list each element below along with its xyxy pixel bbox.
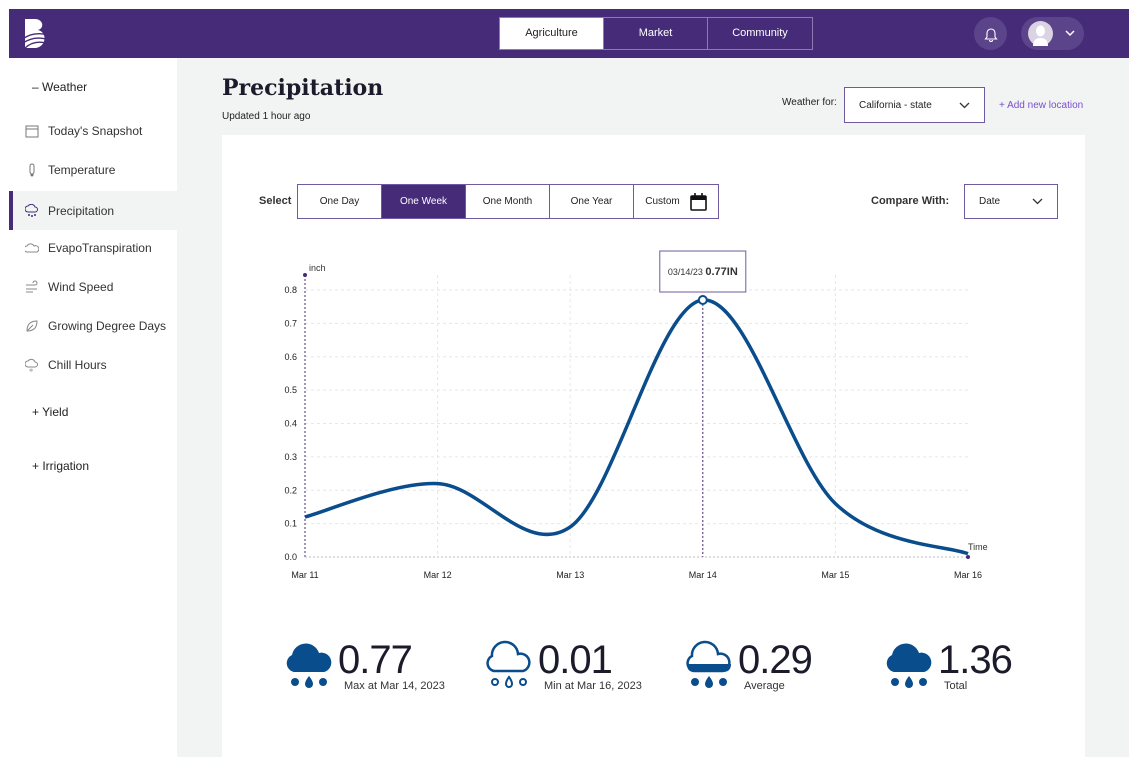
x-axis-label: Time <box>968 542 988 552</box>
sidebar-item-label: Wind Speed <box>48 280 114 294</box>
y-tick-label: 0.1 <box>284 519 297 529</box>
sidebar: – Weather Today's Snapshot Temperature P… <box>9 58 177 757</box>
tooltip-point <box>697 295 708 306</box>
stat-min-label: Min at Mar 16, 2023 <box>544 680 642 692</box>
top-nav: Agriculture Market Community <box>9 9 1129 58</box>
x-tick-label: Mar 11 <box>291 570 318 580</box>
stat-max: 0.77 Max at Mar 14, 2023 <box>284 638 445 692</box>
sidebar-item-label: Temperature <box>48 163 116 177</box>
bell-icon <box>983 27 998 42</box>
evaporation-icon <box>25 243 39 253</box>
x-tick-label: Mar 12 <box>424 570 452 580</box>
tooltip-value: 0.77IN <box>705 266 737 278</box>
stat-total: 1.36 Total <box>884 638 1013 692</box>
y-axis-end <box>303 273 307 277</box>
tooltip-date: 03/14/23 <box>668 267 706 277</box>
y-tick-label: 0.6 <box>284 352 297 362</box>
sidebar-item-label: Chill Hours <box>48 358 107 372</box>
sidebar-item-label: Growing Degree Days <box>48 319 167 333</box>
user-avatar-icon <box>1028 21 1053 46</box>
stat-min: 0.01 Min at Mar 16, 2023 <box>484 638 642 692</box>
precipitation-chart: 0.0 0.1 0.2 0.3 0.4 0.5 0.6 0.7 0.8 Mar 11 Mar 12 M… <box>284 250 988 580</box>
calendar-icon <box>25 125 39 138</box>
app: Agriculture Market Community – Weather T… <box>9 9 1129 757</box>
y-tick-label: 0.7 <box>284 318 297 328</box>
series-line <box>304 298 969 556</box>
add-location-link[interactable]: + Add new location <box>999 100 1083 111</box>
heavy-rain-icon <box>286 643 332 688</box>
user-menu[interactable] <box>1021 17 1084 50</box>
stat-average-value: 0.29 <box>738 638 813 682</box>
rain-cloud-icon <box>25 203 38 217</box>
wind-icon <box>26 280 38 293</box>
y-tick-label: 0.3 <box>284 452 297 462</box>
sidebar-section-weather[interactable]: – Weather <box>32 80 87 94</box>
sidebar-section-yield[interactable]: + Yield <box>32 405 68 419</box>
logo[interactable] <box>23 17 49 50</box>
leaf-icon <box>26 320 38 332</box>
sidebar-item-chill-hours[interactable]: ✲ Chill Hours <box>9 346 177 384</box>
chevron-down-icon <box>959 102 970 108</box>
tab-agriculture[interactable]: Agriculture <box>500 18 604 49</box>
x-tick-label: Mar 13 <box>556 570 584 580</box>
thermometer-icon <box>29 163 35 177</box>
stat-max-value: 0.77 <box>338 638 413 682</box>
location-dropdown[interactable]: California - state <box>844 87 985 123</box>
sidebar-item-todays-snapshot[interactable]: Today's Snapshot <box>9 112 177 150</box>
sidebar-item-wind-speed[interactable]: Wind Speed <box>9 268 177 306</box>
stat-average: 0.29 Average <box>684 638 813 692</box>
y-tick-label: 0.4 <box>284 419 297 429</box>
y-tick-label: 0.5 <box>284 385 297 395</box>
x-axis-end <box>966 555 970 559</box>
sidebar-item-label: EvapoTranspiration <box>48 241 152 255</box>
x-tick-label: Mar 16 <box>954 570 982 580</box>
svg-text:✲: ✲ <box>29 368 33 372</box>
medium-rain-icon <box>686 640 731 688</box>
y-tick-label: 0.0 <box>284 552 297 562</box>
main-tabs: Agriculture Market Community <box>499 17 813 50</box>
notifications-button[interactable] <box>974 17 1007 50</box>
page-title: Precipitation <box>222 75 384 101</box>
stat-max-label: Max at Mar 14, 2023 <box>344 680 445 692</box>
stat-average-label: Average <box>744 680 785 692</box>
updated-text: Updated 1 hour ago <box>222 111 311 122</box>
stat-min-value: 0.01 <box>538 638 613 682</box>
sidebar-item-precipitation[interactable]: Precipitation <box>9 191 177 230</box>
sidebar-item-evapotranspiration[interactable]: EvapoTranspiration <box>9 229 177 267</box>
stat-total-value: 1.36 <box>938 638 1013 682</box>
sidebar-item-label: Precipitation <box>48 203 115 218</box>
chart-card: Select One Day One Week One Month One Ye… <box>222 135 1085 757</box>
sidebar-item-growing-degree-days[interactable]: Growing Degree Days <box>9 307 177 345</box>
x-tick-label: Mar 15 <box>821 570 849 580</box>
tooltip-text: 03/14/23 0.77IN <box>668 266 738 278</box>
y-tick-label: 0.8 <box>284 285 297 295</box>
y-tick-label: 0.2 <box>284 485 297 495</box>
weather-for-label: Weather for: <box>782 97 837 108</box>
tab-market[interactable]: Market <box>604 18 708 49</box>
cold-cloud-icon: ✲ <box>25 358 38 372</box>
chevron-down-icon <box>1065 30 1075 37</box>
stat-total-label: Total <box>944 680 968 692</box>
x-tick-label: Mar 14 <box>689 570 717 580</box>
y-axis-label: inch <box>309 263 326 273</box>
light-rain-icon <box>486 640 531 688</box>
location-value: California - state <box>859 99 932 111</box>
heavy-rain-icon <box>886 643 932 688</box>
sidebar-section-irrigation[interactable]: + Irrigation <box>32 459 89 473</box>
tab-community[interactable]: Community <box>708 18 812 49</box>
sidebar-item-label: Today's Snapshot <box>48 124 143 138</box>
sidebar-item-temperature[interactable]: Temperature <box>9 151 177 189</box>
